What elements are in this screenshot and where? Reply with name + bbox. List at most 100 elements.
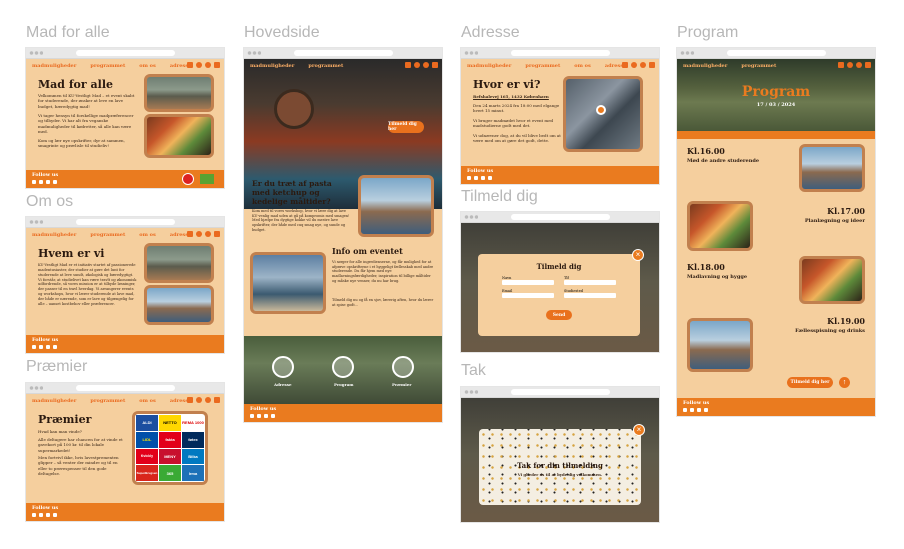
paragraph: Vi bruger madmødet hvor et event med mad… xyxy=(473,118,554,129)
menu-icon[interactable] xyxy=(432,62,438,68)
trophy-icon[interactable] xyxy=(392,356,414,378)
search-icon[interactable] xyxy=(196,62,202,68)
hero-detail xyxy=(274,89,314,129)
mail-icon[interactable] xyxy=(53,180,57,184)
facebook-icon[interactable] xyxy=(690,408,694,412)
paragraph: Alle deltagere har chancen for at vinde … xyxy=(38,437,123,453)
home-icon[interactable] xyxy=(838,62,844,68)
frame-tak: × Tak for din tilmelding Vi glæder os ti… xyxy=(461,387,659,522)
location-icon[interactable] xyxy=(272,356,294,378)
facebook-icon[interactable] xyxy=(39,180,43,184)
photo-harbour xyxy=(250,252,326,314)
paragraph: Vi tager hensyn til forskellige madpræfe… xyxy=(38,113,134,135)
nav-programmet[interactable]: programmet xyxy=(741,63,776,69)
nav-om-os[interactable]: om os xyxy=(139,398,156,404)
tiktok-icon[interactable] xyxy=(46,345,50,349)
tiktok-icon[interactable] xyxy=(481,176,485,180)
calendar-icon[interactable] xyxy=(332,356,354,378)
facebook-icon[interactable] xyxy=(257,414,261,418)
signup-button[interactable]: Tilmeld dig her xyxy=(787,377,833,388)
nav-madmuligheder[interactable]: madmuligheder xyxy=(250,63,294,69)
paragraph: Kom med til vores workshop, hvor vi lære… xyxy=(252,209,350,232)
page-title: Præmier xyxy=(38,413,92,426)
user-icon[interactable] xyxy=(205,397,211,403)
facebook-icon[interactable] xyxy=(39,345,43,349)
search-icon[interactable] xyxy=(196,397,202,403)
frame-tilmeld: × Tilmeld dig Navn Tlf Email Studiested … xyxy=(461,212,659,352)
mail-icon[interactable] xyxy=(53,345,57,349)
instagram-icon[interactable] xyxy=(467,176,471,180)
logo-superbrugsen: SuperBrugsen xyxy=(136,465,158,481)
send-button[interactable]: Send xyxy=(546,310,572,320)
label-program: Program xyxy=(677,24,739,41)
mail-icon[interactable] xyxy=(704,408,708,412)
home-icon[interactable] xyxy=(405,62,411,68)
nav-madmuligheder[interactable]: madmuligheder xyxy=(32,63,76,69)
nav-madmuligheder[interactable]: madmuligheder xyxy=(32,232,76,238)
study-input[interactable] xyxy=(564,293,616,298)
user-icon[interactable] xyxy=(205,231,211,237)
name-input[interactable] xyxy=(502,280,554,285)
nav-programmet[interactable]: programmet xyxy=(308,63,343,69)
frame-hovedside: madmuligheder programmet Tilmeld dig her… xyxy=(244,48,442,422)
instagram-icon[interactable] xyxy=(32,180,36,184)
close-icon[interactable]: × xyxy=(633,424,645,436)
label-tak: Tak xyxy=(461,362,486,379)
photo-venue xyxy=(144,243,214,283)
nav-programmet[interactable]: programmet xyxy=(90,398,125,404)
home-icon[interactable] xyxy=(187,397,193,403)
tiktok-icon[interactable] xyxy=(46,180,50,184)
instagram-icon[interactable] xyxy=(683,408,687,412)
home-icon[interactable] xyxy=(622,62,628,68)
menu-icon[interactable] xyxy=(214,397,220,403)
instagram-icon[interactable] xyxy=(250,414,254,418)
email-input[interactable] xyxy=(502,293,554,298)
nav-madmuligheder[interactable]: madmuligheder xyxy=(467,63,511,69)
nav-programmet[interactable]: programmet xyxy=(525,63,560,69)
phone-input[interactable] xyxy=(564,280,616,285)
search-icon[interactable] xyxy=(631,62,637,68)
home-icon[interactable] xyxy=(187,231,193,237)
user-icon[interactable] xyxy=(423,62,429,68)
navbar: madmuligheder programmet om os adresse xyxy=(26,394,224,407)
facebook-icon[interactable] xyxy=(39,513,43,517)
nav-madmuligheder[interactable]: madmuligheder xyxy=(683,63,727,69)
thanks-modal: × Tak for din tilmelding Vi glæder os ti… xyxy=(479,424,645,505)
mail-icon[interactable] xyxy=(488,176,492,180)
program-item-name: Planlægning og ideer xyxy=(804,218,865,224)
menu-icon[interactable] xyxy=(214,231,220,237)
user-icon[interactable] xyxy=(205,62,211,68)
search-icon[interactable] xyxy=(847,62,853,68)
user-icon[interactable] xyxy=(856,62,862,68)
arrow-up-icon[interactable]: ↑ xyxy=(839,377,850,388)
tiktok-icon[interactable] xyxy=(697,408,701,412)
logo-kvickly: Kvickly xyxy=(136,448,158,465)
tiktok-icon[interactable] xyxy=(264,414,268,418)
facebook-icon[interactable] xyxy=(474,176,478,180)
close-icon[interactable]: × xyxy=(632,249,644,261)
instagram-icon[interactable] xyxy=(32,513,36,517)
signup-button[interactable]: Tilmeld dig her xyxy=(388,121,424,133)
nav-om-os[interactable]: om os xyxy=(574,63,591,69)
photo-venue xyxy=(144,74,214,112)
nav-madmuligheder[interactable]: madmuligheder xyxy=(32,398,76,404)
nav-om-os[interactable]: om os xyxy=(139,63,156,69)
tiktok-icon[interactable] xyxy=(46,513,50,517)
menu-icon[interactable] xyxy=(865,62,871,68)
nav-programmet[interactable]: programmet xyxy=(90,63,125,69)
menu-icon[interactable] xyxy=(649,62,655,68)
user-icon[interactable] xyxy=(640,62,646,68)
nav-om-os[interactable]: om os xyxy=(139,232,156,238)
store-logo-grid: ALDI NETTO REMA 1000 LIDL fakta føtex Kv… xyxy=(132,411,208,485)
search-icon[interactable] xyxy=(196,231,202,237)
mail-icon[interactable] xyxy=(53,513,57,517)
mail-icon[interactable] xyxy=(271,414,275,418)
menu-icon[interactable] xyxy=(214,62,220,68)
home-icon[interactable] xyxy=(187,62,193,68)
eco-label-icon xyxy=(182,173,194,185)
logo-fotex: føtex xyxy=(182,431,204,448)
nav-programmet[interactable]: programmet xyxy=(90,232,125,238)
search-icon[interactable] xyxy=(414,62,420,68)
instagram-icon[interactable] xyxy=(32,345,36,349)
map-image[interactable] xyxy=(563,76,643,152)
